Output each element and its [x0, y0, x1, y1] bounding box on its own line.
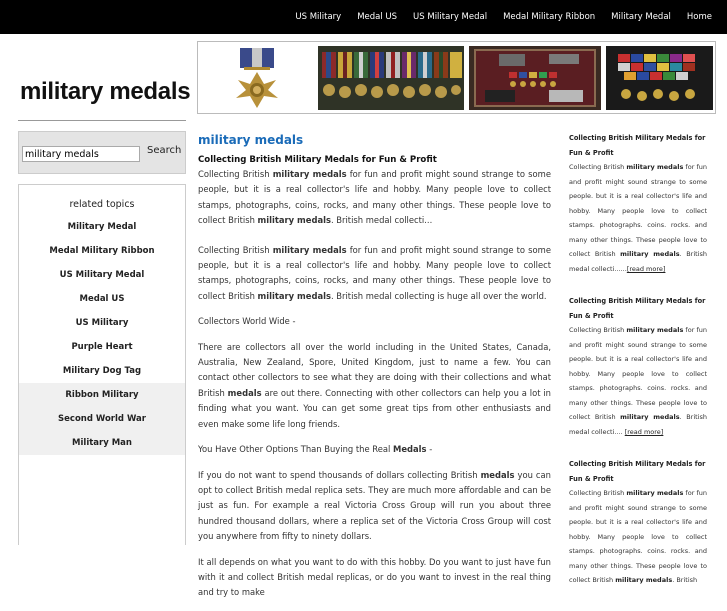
topic-link-military-medal[interactable]: Military Medal	[19, 215, 185, 239]
related-topics-heading: related topics	[69, 199, 135, 210]
nav-military-medal[interactable]: Military Medal	[611, 12, 671, 22]
text-span: you can opt to collect British medal rep…	[198, 469, 551, 542]
read-more-link[interactable]: [read more]	[627, 265, 666, 273]
topic-link-us-military-medal[interactable]: US Military Medal	[19, 263, 185, 287]
article-paragraph: If you do not want to spend thousands of…	[198, 468, 551, 545]
topic-link-purple-heart[interactable]: Purple Heart	[19, 335, 185, 359]
text-span: Collecting British	[198, 244, 273, 255]
related-article-summary: Collecting British military medals for f…	[569, 323, 707, 439]
keyword-bold: military medals	[626, 326, 684, 334]
top-nav-links: US Military Medal US US Military Medal M…	[279, 0, 712, 34]
text-span: Collecting British	[569, 489, 627, 497]
title-divider	[18, 120, 186, 121]
section-heading: You Have Other Options Than Buying the R…	[198, 442, 551, 457]
main-content: military medals Collecting British Milit…	[198, 133, 551, 611]
article-paragraph: There are collectors all over the world …	[198, 340, 551, 432]
medal-display-case-image	[469, 46, 601, 110]
related-article: Collecting British Military Medals for F…	[569, 131, 707, 276]
text-span: for fun and profit might sound strange t…	[569, 326, 707, 421]
article-summary: Collecting British military medals for f…	[198, 167, 551, 229]
related-article: Collecting British Military Medals for F…	[569, 294, 707, 439]
nav-home[interactable]: Home	[687, 12, 712, 22]
topic-link-us-military[interactable]: US Military	[19, 311, 185, 335]
text-span: for fun and profit might sound strange t…	[569, 163, 707, 258]
keyword-bold: Medals	[393, 444, 427, 455]
keyword-bold: military medals	[620, 250, 680, 258]
topic-link-military-man[interactable]: Military Man	[19, 431, 185, 455]
site-title[interactable]: military medals	[20, 78, 191, 106]
article-paragraph: It all depends on what you want to do wi…	[198, 556, 551, 598]
related-article-summary: Collecting British military medals for f…	[569, 486, 707, 588]
related-article-summary: Collecting British military medals for f…	[569, 160, 707, 276]
article-title[interactable]: Collecting British Military Medals for F…	[198, 153, 551, 167]
section-heading: Collectors World Wide -	[198, 316, 296, 327]
nav-us-military[interactable]: US Military	[295, 12, 341, 22]
keyword-bold: military medals	[257, 290, 331, 301]
keyword-bold: military medals	[626, 489, 684, 497]
text-span: Collecting British	[569, 326, 627, 334]
topic-link-second-world-war[interactable]: Second World War	[19, 407, 185, 431]
topic-link-ribbon-military[interactable]: Ribbon Military	[19, 383, 185, 407]
nav-medal-us[interactable]: Medal US	[357, 12, 397, 22]
keyword-bold: military medals	[626, 163, 684, 171]
keyword-bold: military medals	[272, 169, 347, 179]
keyword-bold: military medals	[620, 413, 680, 421]
nav-us-military-medal[interactable]: US Military Medal	[413, 12, 487, 22]
sidebar-related-articles: Collecting British Military Medals for F…	[569, 131, 707, 606]
related-article: Collecting British Military Medals for F…	[569, 457, 707, 588]
text-span: . British	[672, 576, 698, 584]
keyword-bold: medals	[227, 387, 262, 398]
related-topics-panel: related topics Military Medal Medal Mili…	[18, 184, 186, 545]
text-span: -	[426, 444, 433, 455]
article-paragraph: Collecting British military medals for f…	[198, 243, 551, 305]
text-span: for fun and profit might sound strange t…	[569, 489, 707, 584]
page-title: military medals	[198, 133, 304, 147]
related-article-title[interactable]: Collecting British Military Medals for F…	[569, 294, 707, 323]
keyword-bold: military medals	[257, 215, 331, 226]
search-input[interactable]	[22, 146, 140, 162]
topic-link-medal-us[interactable]: Medal US	[19, 287, 185, 311]
keyword-bold: military medals	[272, 244, 347, 255]
text-span: . British medal collecting is huge all o…	[330, 290, 547, 301]
nav-medal-military-ribbon[interactable]: Medal Military Ribbon	[503, 12, 595, 22]
text-span: . British medal collecti...	[330, 215, 433, 226]
search-button[interactable]: Search	[147, 145, 181, 156]
topic-link-military-dog-tag[interactable]: Military Dog Tag	[19, 359, 185, 383]
text-span: Collecting British	[569, 163, 627, 171]
read-more-link[interactable]: [read more]	[625, 428, 664, 436]
ribbon-bars-image	[318, 46, 464, 110]
medal-cross-image	[202, 46, 314, 110]
related-article-title[interactable]: Collecting British Military Medals for F…	[569, 457, 707, 486]
header-banner	[197, 41, 716, 114]
topic-link-medal-military-ribbon[interactable]: Medal Military Ribbon	[19, 239, 185, 263]
text-span: Collecting British	[198, 169, 273, 179]
top-navigation-bar: US Military Medal US US Military Medal M…	[0, 0, 727, 34]
text-span: If you do not want to spend thousands of…	[198, 469, 481, 480]
uniform-ribbons-image	[606, 46, 713, 110]
keyword-bold: medals	[480, 469, 515, 480]
search-box: Search	[18, 131, 186, 174]
text-span: You Have Other Options Than Buying the R…	[198, 444, 393, 455]
related-article-title[interactable]: Collecting British Military Medals for F…	[569, 131, 707, 160]
keyword-bold: military medals	[615, 576, 673, 584]
